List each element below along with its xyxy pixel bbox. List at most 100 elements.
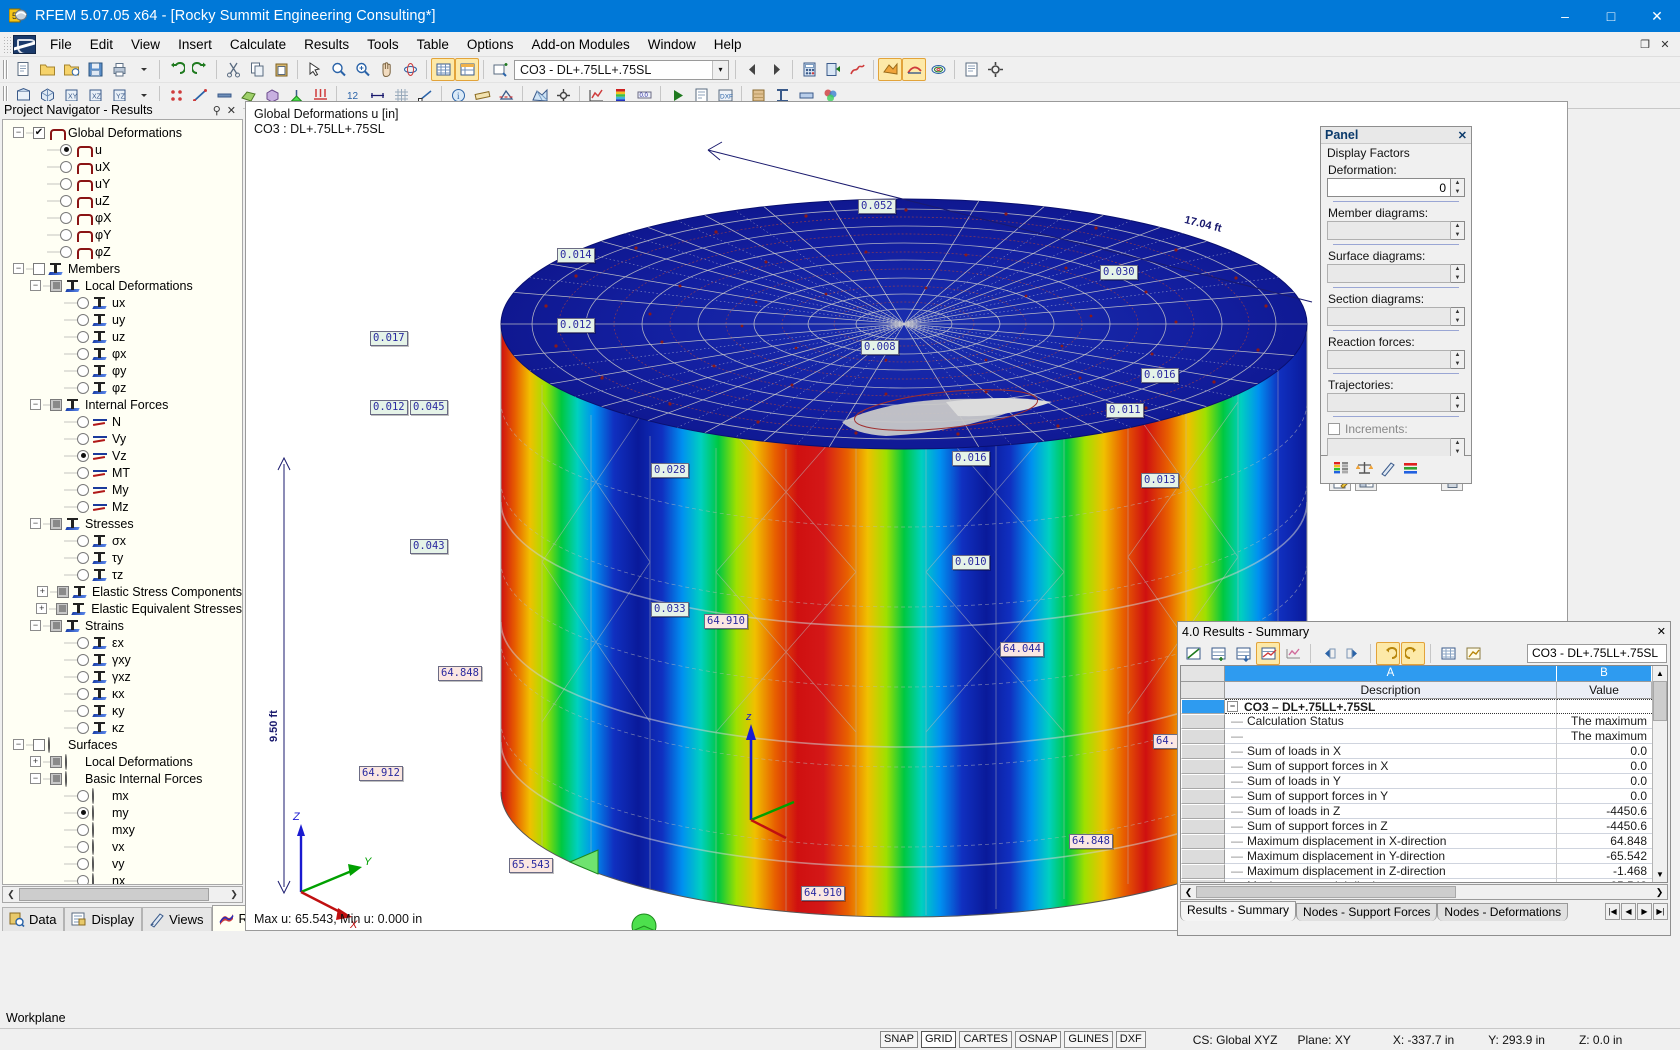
increments-checkbox[interactable] xyxy=(1328,423,1340,435)
tree-radio[interactable] xyxy=(77,806,89,819)
table-hscroll-thumb[interactable] xyxy=(1196,886,1456,898)
cell-description[interactable]: — Maximum displacement in X-direction xyxy=(1225,834,1557,849)
tab-nav-prev[interactable]: ◀ xyxy=(1621,903,1636,920)
tree-expander[interactable]: − xyxy=(13,127,24,138)
tree-item-uy[interactable]: uY xyxy=(7,175,242,192)
table-row[interactable]: — Sum of support forces in X 0.0 xyxy=(1181,759,1652,774)
open-recent-icon[interactable] xyxy=(59,58,83,81)
close-button[interactable]: ✕ xyxy=(1634,0,1680,32)
table-scroll-left-icon[interactable]: ❮ xyxy=(1181,887,1196,898)
table-export-icon[interactable] xyxy=(1181,642,1205,665)
tree-radio[interactable] xyxy=(60,228,72,241)
tree-item-elastic-equivalent-stresses[interactable]: + Elastic Equivalent Stresses xyxy=(7,600,242,617)
menu-insert[interactable]: Insert xyxy=(169,34,221,55)
scroll-right-icon[interactable]: ❯ xyxy=(226,887,242,902)
cell-value[interactable]: 64.848 xyxy=(1557,834,1652,849)
spin-up-icon[interactable]: ▲ xyxy=(1451,308,1464,317)
print-dropdown-icon[interactable] xyxy=(131,58,155,81)
menu-file[interactable]: File xyxy=(41,34,81,55)
isolines-icon[interactable] xyxy=(926,58,950,81)
tree-radio[interactable] xyxy=(77,483,89,496)
results-table-body[interactable]: − CO3 – DL+.75LL+.75SL — Calculation Status… xyxy=(1181,699,1652,882)
tree-expander[interactable]: − xyxy=(30,518,41,529)
minimize-button[interactable]: – xyxy=(1542,0,1588,32)
cell-value[interactable] xyxy=(1557,699,1652,714)
render-surfaces-icon[interactable] xyxy=(878,58,902,81)
panel-field-spinner[interactable]: ▲▼ xyxy=(1327,393,1465,412)
tree-checkbox[interactable] xyxy=(50,398,62,411)
tree-radio[interactable] xyxy=(77,500,89,513)
tree-checkbox[interactable] xyxy=(50,517,62,530)
cell-description[interactable]: — xyxy=(1225,729,1557,744)
tree-expander[interactable]: + xyxy=(30,756,41,767)
paste-icon[interactable] xyxy=(269,58,293,81)
tree-checkbox[interactable] xyxy=(56,585,69,598)
panel-spin-buttons[interactable]: ▲ ▼ xyxy=(1451,307,1465,326)
filter-tab-icon[interactable] xyxy=(1379,460,1396,480)
cell-value[interactable]: 0.0 xyxy=(1557,759,1652,774)
tree-item-my[interactable]: my xyxy=(7,804,242,821)
tree-item-uy[interactable]: uy xyxy=(7,311,242,328)
cell-description[interactable]: — Maximum displacement in Z-direction xyxy=(1225,864,1557,879)
cell-value[interactable]: The maximum xyxy=(1557,729,1652,744)
tree-radio[interactable] xyxy=(60,160,72,173)
tree-radio[interactable] xyxy=(77,789,89,802)
panel-field-spinner[interactable]: ▲▼ xyxy=(1327,307,1465,326)
tree-item-mz[interactable]: Mz xyxy=(7,498,242,515)
tree-radio[interactable] xyxy=(77,704,89,717)
tree-item-ux[interactable]: uX xyxy=(7,158,242,175)
panel-field-input[interactable] xyxy=(1327,264,1451,283)
calculate-icon[interactable] xyxy=(797,58,821,81)
table-undo-icon[interactable] xyxy=(1376,641,1400,665)
status-toggle-cartes[interactable]: CARTES xyxy=(959,1031,1012,1048)
cell-value[interactable]: -4450.6 xyxy=(1557,819,1652,834)
tab-nav-last[interactable]: ▶| xyxy=(1653,903,1668,920)
tree-item-z[interactable]: φz xyxy=(7,379,242,396)
tree-checkbox[interactable] xyxy=(56,602,69,615)
tree-checkbox[interactable] xyxy=(50,755,62,768)
table-row[interactable]: — Sum of support forces in Z -4450.6 xyxy=(1181,819,1652,834)
tree-item-x[interactable]: εx xyxy=(7,634,242,651)
cell-description[interactable]: — Sum of loads in Z xyxy=(1225,804,1557,819)
spin-down-icon[interactable]: ▼ xyxy=(1451,317,1464,326)
tab-nodes-deformations[interactable]: Nodes - Deformations xyxy=(1437,903,1569,921)
tree-checkbox[interactable] xyxy=(50,619,62,632)
navigator-tab-views[interactable]: Views xyxy=(142,907,212,931)
row-header-cell[interactable] xyxy=(1181,864,1225,879)
open-file-icon[interactable] xyxy=(35,58,59,81)
tree-radio[interactable] xyxy=(77,670,89,683)
status-toggle-grid[interactable]: GRID xyxy=(920,1031,957,1048)
tree-radio[interactable] xyxy=(77,840,89,853)
toolbar-grip-1[interactable] xyxy=(3,60,8,79)
cell-value[interactable]: -65.542 xyxy=(1557,849,1652,864)
table-scroll-down-icon[interactable]: ▼ xyxy=(1653,867,1667,882)
column-letter-a[interactable]: A xyxy=(1225,666,1557,682)
cell-value[interactable]: -4450.6 xyxy=(1557,804,1652,819)
tab-nodes-support-forces[interactable]: Nodes - Support Forces xyxy=(1296,903,1438,921)
table-vscroll-thumb[interactable] xyxy=(1653,681,1667,721)
tab-nav-first[interactable]: |◀ xyxy=(1605,903,1620,920)
table-row[interactable]: — Maximum displacement in Y-direction -65.… xyxy=(1181,849,1652,864)
table-row[interactable]: — Sum of support forces in Y 0.0 xyxy=(1181,789,1652,804)
tree-item-vx[interactable]: vx xyxy=(7,838,242,855)
table-scroll-right-icon[interactable]: ❯ xyxy=(1652,887,1667,898)
tree-item-x[interactable]: κx xyxy=(7,685,242,702)
prev-case-icon[interactable] xyxy=(740,58,764,81)
navigator-close-icon[interactable]: ✕ xyxy=(224,104,239,117)
print-icon[interactable] xyxy=(107,58,131,81)
tree-item-local-deformations[interactable]: + Local Deformations xyxy=(7,753,242,770)
navigator-tab-data[interactable]: Data xyxy=(2,907,65,931)
increments-checkbox-row[interactable]: Increments: xyxy=(1321,420,1471,438)
rotate-view-icon[interactable] xyxy=(398,58,422,81)
pan-icon[interactable] xyxy=(374,58,398,81)
table-row[interactable]: — The maximum xyxy=(1181,729,1652,744)
tree-radio[interactable] xyxy=(77,347,89,360)
cell-description[interactable]: — Sum of loads in Y xyxy=(1225,774,1557,789)
table-delete-row-icon[interactable] xyxy=(1231,642,1255,665)
tree-item-xy[interactable]: γxy xyxy=(7,651,242,668)
menu-addon-modules[interactable]: Add-on Modules xyxy=(522,34,638,55)
tree-item-vz[interactable]: Vz xyxy=(7,447,242,464)
table-filter-icon[interactable] xyxy=(1256,641,1280,665)
tree-radio[interactable] xyxy=(77,466,89,479)
tree-item-elastic-stress-components[interactable]: + Elastic Stress Components xyxy=(7,583,242,600)
